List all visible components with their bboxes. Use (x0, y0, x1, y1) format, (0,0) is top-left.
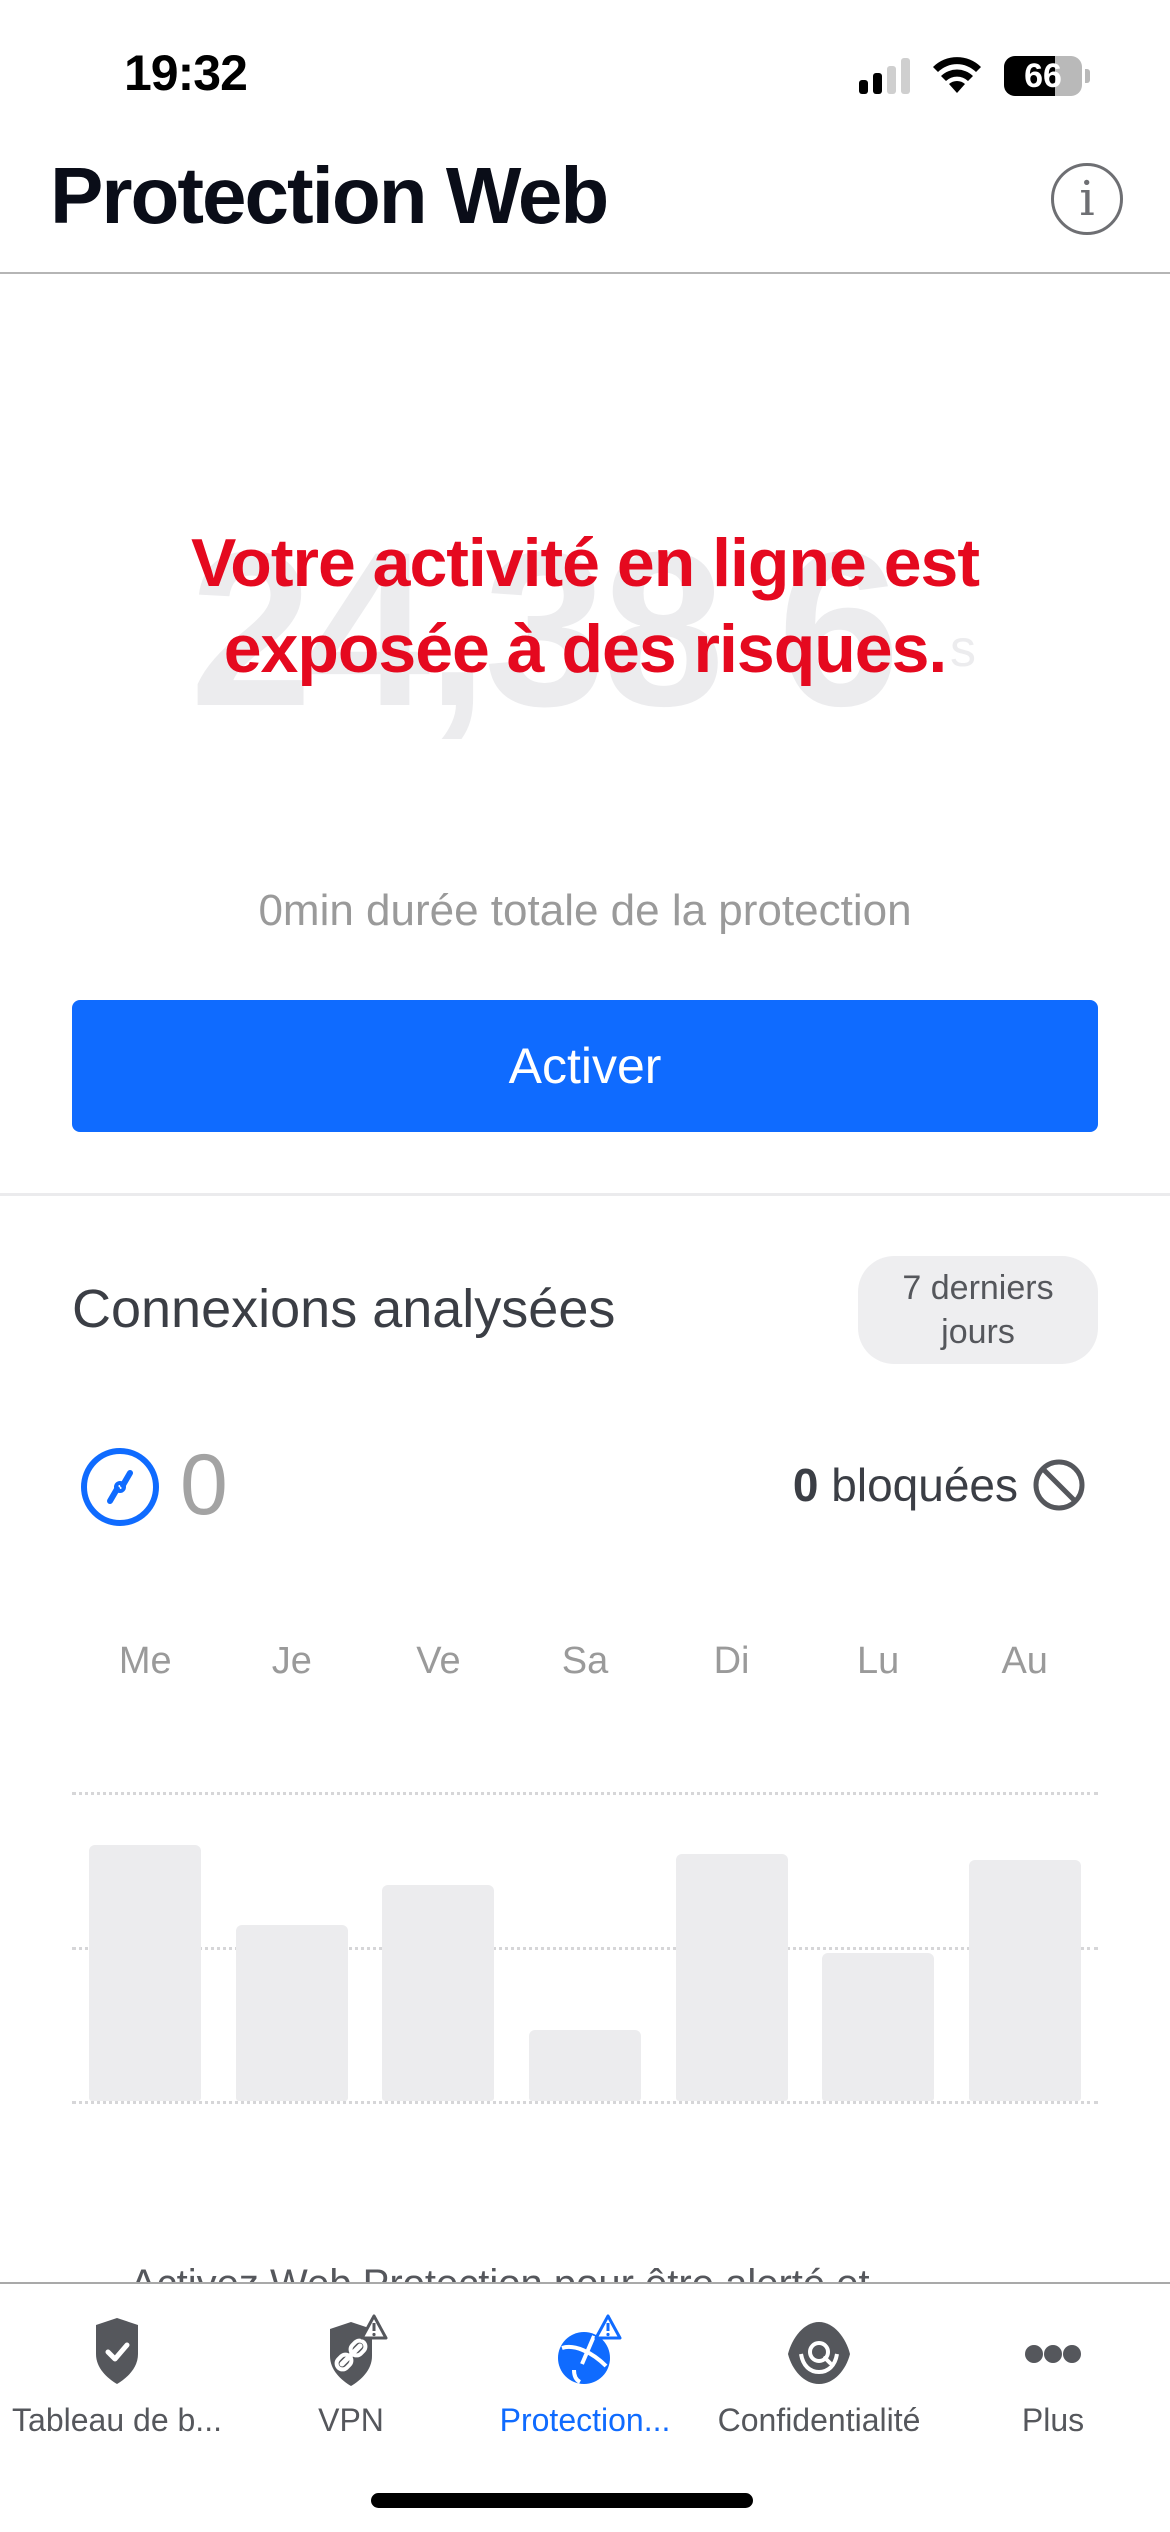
signal-bar (859, 80, 868, 94)
tab-label: Protection... (499, 2402, 671, 2438)
connections-title: Connexions analysées (72, 1279, 616, 1339)
protection-duration: 0min durée totale de la protection (258, 886, 912, 935)
chart-bar (235, 1924, 348, 2101)
section-divider (0, 1193, 1170, 1196)
chart-bar (675, 1853, 788, 2101)
more-dots-icon (1025, 2345, 1081, 2363)
home-indicator[interactable] (371, 2493, 753, 2508)
tab-web-protection[interactable]: Protection... (468, 2304, 702, 2474)
battery-cap (1085, 69, 1090, 83)
tab-label: Confidentialité (717, 2402, 921, 2438)
battery-icon: 66 (1004, 56, 1082, 96)
day-label: Au (1001, 1640, 1048, 1682)
blocked-summary: 0 bloquées (793, 1458, 1018, 1512)
wifi-icon (933, 57, 981, 93)
day-label: Sa (561, 1640, 609, 1682)
grid-line (72, 2101, 1098, 2104)
tab-vpn[interactable]: VPN (234, 2304, 468, 2474)
tab-label: VPN (318, 2402, 384, 2438)
privacy-eye-icon (788, 2322, 850, 2384)
chart-bar (382, 1884, 495, 2101)
risk-warning-line1: Votre activité en ligne est (190, 525, 980, 601)
activate-button[interactable]: Activer (72, 1000, 1098, 1132)
day-label: Me (118, 1640, 172, 1682)
info-button[interactable]: i (1051, 163, 1123, 235)
day-label: Lu (857, 1640, 900, 1682)
page-title: Protection Web (50, 151, 609, 240)
day-label: Di (713, 1640, 750, 1682)
status-time: 19:32 (124, 45, 248, 101)
signal-bar (887, 66, 896, 94)
day-label: Ve (416, 1640, 461, 1682)
web-protection-icon (558, 2314, 622, 2384)
chart-bar (529, 2029, 641, 2101)
chart-bar (89, 1844, 202, 2101)
status-icons: 66 (859, 56, 1090, 96)
tab-more[interactable]: Plus (936, 2304, 1170, 2474)
day-label: Je (271, 1640, 312, 1682)
chart-bar (822, 1952, 935, 2101)
signal-bar (901, 58, 910, 94)
shield-check-icon (96, 2318, 138, 2384)
period-selector[interactable]: 7 derniers jours (858, 1256, 1098, 1364)
blocked-label: bloquées (831, 1459, 1018, 1511)
grid-line (72, 1946, 1098, 1950)
signal-bar (873, 73, 882, 94)
blocked-count: 0 (792, 1459, 819, 1511)
tab-label: Plus (1021, 2402, 1085, 2438)
tab-privacy[interactable]: Confidentialité (702, 2304, 936, 2474)
info-icon: i (1079, 171, 1095, 227)
grid-line (72, 1792, 1098, 1795)
risk-warning-line2: exposée à des risques. (223, 611, 948, 687)
battery-level: 66 (1024, 56, 1062, 95)
compass-icon (81, 1448, 159, 1526)
chart-bar (968, 1859, 1081, 2101)
protection-status-panel: 24,38 6 s Votre activité en ligne est ex… (0, 274, 1170, 1194)
tab-label: Tableau de b... (12, 2402, 222, 2438)
risk-warning: Votre activité en ligne est exposée à de… (0, 520, 1170, 692)
tab-dashboard[interactable]: Tableau de b... (0, 2304, 234, 2474)
scanned-count: 0 (180, 1437, 228, 1533)
cellular-signal-icon (859, 58, 910, 94)
vpn-shield-link-icon (330, 2314, 388, 2386)
blocked-icon (1033, 1459, 1085, 1511)
